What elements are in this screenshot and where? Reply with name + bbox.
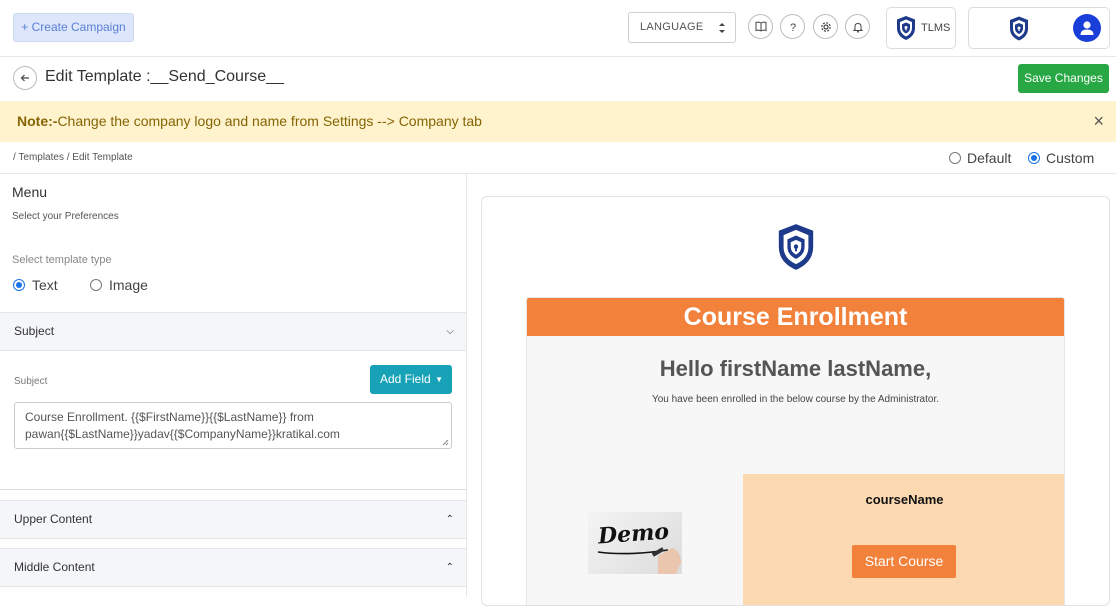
- subject-section-body: Subject Add Field ▼ Course Enrollment. {…: [0, 351, 466, 490]
- radio-default-icon: [949, 152, 961, 164]
- middle-content-title: Middle Content: [14, 560, 95, 574]
- note-banner: Note:-Change the company logo and name f…: [0, 101, 1116, 142]
- help-icon[interactable]: ?: [780, 14, 805, 39]
- page-title: Edit Template :__Send_Course__: [45, 68, 284, 85]
- company-logo-icon: [1010, 16, 1028, 41]
- note-text: Change the company logo and name from Se…: [57, 113, 482, 129]
- save-changes-button[interactable]: Save Changes: [1018, 64, 1109, 93]
- arrow-left-icon: [20, 74, 29, 82]
- type-text-radio[interactable]: Text: [13, 277, 58, 293]
- svg-text:?: ?: [789, 22, 795, 33]
- add-field-button[interactable]: Add Field ▼: [370, 365, 452, 394]
- email-body: Course Enrollment Hello firstName lastNa…: [526, 297, 1065, 605]
- course-image: Demo: [588, 512, 682, 574]
- email-header-title: Course Enrollment: [527, 298, 1064, 336]
- language-value: LANGUAGE: [640, 21, 704, 33]
- mode-default-radio[interactable]: Default: [949, 150, 1011, 166]
- subject-section-header[interactable]: Subject ⌵: [0, 312, 466, 351]
- add-field-label: Add Field: [380, 372, 431, 386]
- create-campaign-button[interactable]: + Create Campaign: [13, 13, 134, 42]
- note-prefix: Note:-: [17, 113, 58, 129]
- resize-grip-icon[interactable]: [441, 438, 449, 446]
- template-type-label: Select template type: [12, 254, 112, 266]
- top-bar: + Create Campaign LANGUAGE ? TLMS: [0, 0, 1116, 57]
- email-preview: Course Enrollment Hello firstName lastNa…: [481, 196, 1110, 606]
- menu-subtitle: Select your Preferences: [12, 211, 119, 222]
- select-caret-icon: [719, 23, 725, 33]
- radio-image-icon: [90, 279, 102, 291]
- course-name: courseName: [865, 492, 944, 507]
- subject-field-label: Subject: [14, 376, 48, 387]
- chevron-up-icon: ⌃: [445, 562, 454, 573]
- mode-custom-label: Custom: [1046, 150, 1095, 166]
- close-icon[interactable]: ×: [1093, 101, 1104, 142]
- profile-menu[interactable]: [968, 7, 1110, 49]
- email-enroll-line: You have been enrolled in the below cour…: [651, 394, 940, 405]
- language-select[interactable]: LANGUAGE: [628, 12, 736, 43]
- course-card: courseName Start Course: [743, 474, 1064, 605]
- breadcrumb: / Templates / Edit Template: [13, 152, 133, 163]
- bell-icon[interactable]: [845, 14, 870, 39]
- company-logo-icon: [778, 224, 814, 270]
- user-avatar-icon[interactable]: [1073, 14, 1101, 42]
- email-greeting: Hello firstName lastName,: [659, 356, 932, 381]
- subject-textarea[interactable]: Course Enrollment. {{$FirstName}}{{$Last…: [14, 402, 452, 449]
- type-text-label: Text: [32, 277, 58, 293]
- start-course-button[interactable]: Start Course: [852, 545, 956, 578]
- menu-panel: Menu Select your Preferences Select temp…: [0, 174, 467, 597]
- shield-logo-icon: [897, 16, 915, 40]
- chevron-down-icon: ⌵: [446, 326, 454, 337]
- back-button[interactable]: [13, 66, 37, 90]
- type-image-radio[interactable]: Image: [90, 277, 148, 293]
- upper-content-section-header[interactable]: Upper Content ⌃: [0, 500, 466, 539]
- mode-default-label: Default: [967, 150, 1012, 166]
- mode-custom-radio[interactable]: Custom: [1028, 150, 1094, 166]
- middle-content-section-header[interactable]: Middle Content ⌃: [0, 548, 466, 587]
- tlms-label: TLMS: [921, 22, 951, 34]
- radio-custom-icon: [1028, 152, 1040, 164]
- type-image-label: Image: [109, 277, 148, 293]
- tlms-switch[interactable]: TLMS: [886, 7, 956, 49]
- menu-title: Menu: [12, 184, 48, 200]
- settings-icon[interactable]: [813, 14, 838, 39]
- book-icon[interactable]: [748, 14, 773, 39]
- chevron-up-icon: ⌃: [445, 514, 454, 525]
- radio-text-icon: [13, 279, 25, 291]
- subject-section-title: Subject: [14, 324, 55, 338]
- hand-marker-icon: [597, 547, 681, 574]
- dropdown-caret-icon: ▼: [435, 375, 443, 384]
- upper-content-title: Upper Content: [14, 512, 93, 526]
- subject-value: Course Enrollment. {{$FirstName}}{{$Last…: [25, 410, 340, 441]
